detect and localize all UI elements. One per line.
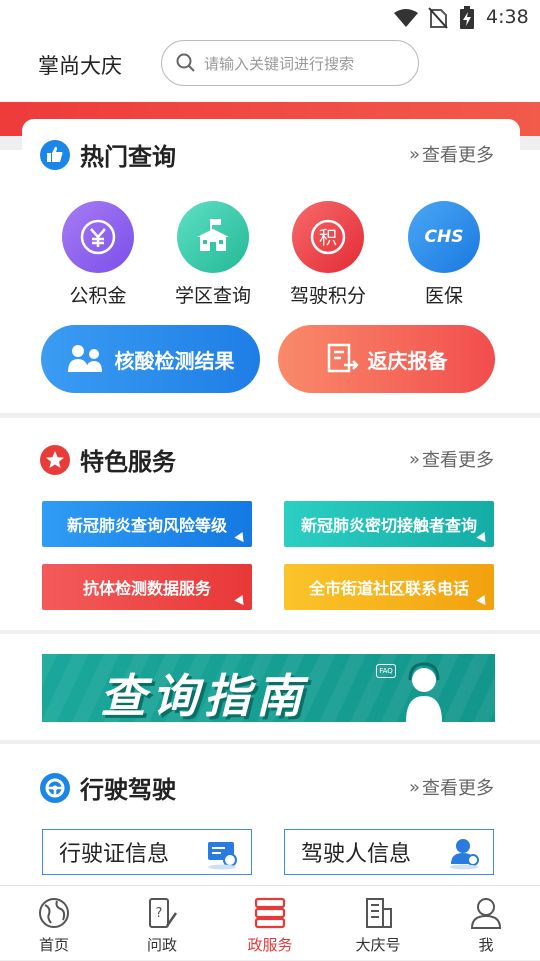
status-bar: 4:38 [0,0,540,36]
globe-icon [39,898,69,928]
driver-info-button[interactable]: 驾驶人信息 [284,829,494,875]
tab-daqing-account[interactable]: 大庆号 [324,886,432,961]
customer-service-icon [406,662,442,722]
cursor-icon [234,594,248,609]
vehicle-license-label: 行驶证信息 [59,842,170,867]
star-icon [40,444,70,475]
tab-home[interactable]: 首页 [0,886,108,961]
close-contact-query-button[interactable]: 新冠肺炎密切接触者查询 [284,501,494,547]
featured-header: 特色服务 [40,442,176,477]
double-chevron-icon: » [408,776,420,798]
provident-fund-button[interactable] [62,201,134,273]
medical-insurance-label: 医保 [424,285,463,307]
school-district-label: 学区查询 [174,285,251,307]
return-report-label: 返庆报备 [367,348,448,373]
tab-daqing-account-label: 大庆号 [355,936,401,954]
covid-risk-level-button[interactable]: 新冠肺炎查询风险等级 [42,501,252,547]
driving-points-button[interactable]: 积 [292,201,364,273]
hot-query-more-link[interactable]: » 查看更多 [409,141,494,167]
cursor-icon [476,594,490,609]
thumbs-up-icon [40,139,70,170]
report-icon [327,343,359,373]
covid-risk-level-label: 新冠肺炎查询风险等级 [66,516,227,535]
wifi-icon [394,9,418,27]
antibody-data-button[interactable]: 抗体检测数据服务 [42,564,252,610]
cursor-icon [476,531,490,546]
banner-title: 查询指南 [100,669,308,722]
more-label: 查看更多 [422,450,494,471]
app-header: 掌尚大庆 请输入关键词进行搜索 [0,36,540,102]
question-pen-icon: ? [149,898,178,928]
more-label: 查看更多 [422,778,494,799]
double-chevron-icon: » [408,448,420,470]
battery-charging-icon [460,6,474,29]
no-sim-icon [428,7,448,29]
school-district-button[interactable] [177,201,249,273]
driving-points-icon: 积 [310,219,346,255]
svg-text:积: 积 [319,228,337,249]
cursor-icon [234,531,248,546]
double-chevron-icon: » [408,143,420,165]
hot-query-title: 热门查询 [80,143,176,171]
more-label: 查看更多 [422,145,494,166]
nucleic-test-result-button[interactable]: 核酸检测结果 [41,325,260,393]
driving-more-link[interactable]: » 查看更多 [409,774,494,800]
svg-text:?: ? [156,906,163,921]
tab-me[interactable]: 我 [432,886,540,961]
status-time: 4:38 [486,6,529,28]
antibody-data-label: 抗体检测数据服务 [82,579,211,598]
close-contact-query-label: 新冠肺炎密切接触者查询 [300,516,477,535]
driving-points-label: 驾驶积分 [289,285,366,307]
driving-header: 行驶驾驶 [40,770,176,805]
tab-gov-service[interactable]: 政服务 [216,886,324,961]
community-phone-label: 全市街道社区联系电话 [308,579,469,598]
search-bar[interactable]: 请输入关键词进行搜索 [161,40,419,86]
nucleic-test-label: 核酸检测结果 [114,348,235,373]
search-input[interactable]: 请输入关键词进行搜索 [204,53,354,74]
app-title: 掌尚大庆 [38,54,122,78]
driver-info-label: 驾驶人信息 [301,842,412,867]
community-phone-button[interactable]: 全市街道社区联系电话 [284,564,494,610]
vehicle-license-icon [208,842,237,870]
tab-gov-service-label: 政服务 [247,936,293,954]
tab-inquiry-label: 问政 [146,936,177,954]
query-guide-banner[interactable]: 查询指南 FAQ [42,654,495,722]
return-report-button[interactable]: 返庆报备 [278,325,495,393]
bottom-tab-bar: 首页 ? 问政 政服务 大庆号 我 [0,885,540,960]
medical-insurance-button[interactable]: CHS [408,201,480,273]
medical-insurance-icon: CHS [424,227,464,247]
driving-title: 行驶驾驶 [80,776,176,804]
featured-title: 特色服务 [80,448,176,476]
vehicle-license-button[interactable]: 行驶证信息 [42,829,252,875]
driver-icon [450,839,479,870]
featured-more-link[interactable]: » 查看更多 [409,446,494,472]
person-icon [470,898,502,929]
server-icon [254,897,286,929]
provident-fund-label: 公积金 [69,285,127,307]
school-icon [197,219,229,251]
provident-fund-icon [80,219,116,255]
steering-wheel-icon [40,772,70,803]
tab-home-label: 首页 [38,936,69,954]
tab-me-label: 我 [478,936,494,954]
search-icon [176,53,195,72]
tab-inquiry[interactable]: ? 问政 [108,886,216,961]
hot-query-header: 热门查询 [40,137,176,172]
nucleic-test-icon [67,345,102,372]
building-icon [366,898,392,928]
